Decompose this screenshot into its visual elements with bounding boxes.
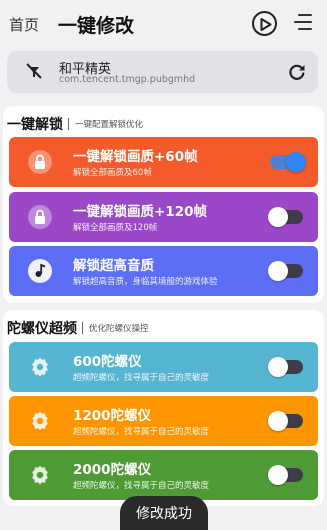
gear-icon: [28, 409, 52, 433]
app-off-icon: [25, 62, 43, 84]
lock-icon: [28, 205, 52, 229]
option-desc: 解锁超高音质，身临其境般的游戏体验: [73, 277, 218, 287]
section-header: 一键解锁 一键配置解锁优化: [7, 114, 143, 134]
option-title: 2000陀螺仪: [73, 462, 152, 478]
option-row-gyro-600[interactable]: 600陀螺仪 超频陀螺仪，找寻属于自己的灵敏度: [9, 342, 318, 392]
option-title: 1200陀螺仪: [73, 408, 152, 424]
option-row-gyro-1200[interactable]: 1200陀螺仪 超频陀螺仪，找寻属于自己的灵敏度: [9, 396, 318, 446]
option-desc: 超频陀螺仪，找寻属于自己的灵敏度: [73, 481, 210, 491]
section-title: 一键解锁: [7, 117, 63, 133]
option-title: 一键解锁画质+60帧: [73, 149, 198, 165]
option-row-unlock-120fps[interactable]: 一键解锁画质+120帧 解锁全部画质及120帧: [9, 192, 318, 242]
gear-icon: [28, 463, 52, 487]
section-divider: [68, 118, 69, 130]
lock-icon: [28, 150, 52, 174]
toggle-switch[interactable]: [268, 261, 303, 281]
toggle-switch[interactable]: [268, 357, 303, 377]
page-title: 一键修改: [58, 15, 135, 37]
section-subtitle: 优化陀螺仪操控: [89, 324, 149, 334]
option-row-hq-audio[interactable]: 解锁超高音质 解锁超高音质，身临其境般的游戏体验: [9, 246, 318, 296]
option-desc: 解锁全部画质及60帧: [73, 168, 152, 178]
section-divider: [82, 322, 83, 334]
music-icon: [28, 259, 52, 283]
toast-message: 修改成功: [120, 496, 208, 530]
header: 首页 一键修改: [0, 0, 327, 48]
option-desc: 解锁全部画质及120帧: [73, 223, 158, 233]
nav-home-link[interactable]: 首页: [9, 14, 39, 35]
play-icon[interactable]: [252, 11, 277, 36]
toggle-switch[interactable]: [268, 207, 303, 227]
section-title: 陀螺仪超频: [7, 321, 77, 337]
option-title: 解锁超高音质: [73, 258, 154, 274]
target-app-bar: 和平精英 com.tencent.tmgp.pubgmhd: [7, 51, 318, 93]
toggle-switch[interactable]: [270, 152, 306, 172]
option-row-gyro-2000[interactable]: 2000陀螺仪 超频陀螺仪，找寻属于自己的灵敏度: [9, 450, 318, 500]
option-row-unlock-60fps[interactable]: 一键解锁画质+60帧 解锁全部画质及60帧: [9, 137, 318, 187]
option-title: 600陀螺仪: [73, 354, 142, 370]
section-header: 陀螺仪超频 优化陀螺仪操控: [7, 318, 149, 338]
unlock-section: 一键解锁 一键配置解锁优化 一键解锁画质+60帧 解锁全部画质及60帧 一键解锁…: [3, 106, 324, 303]
option-desc: 超频陀螺仪，找寻属于自己的灵敏度: [73, 427, 210, 437]
option-desc: 超频陀螺仪，找寻属于自己的灵敏度: [73, 373, 210, 383]
refresh-icon[interactable]: [287, 62, 307, 86]
option-title: 一键解锁画质+120帧: [73, 204, 207, 220]
gear-icon: [28, 355, 52, 379]
app-package: com.tencent.tmgp.pubgmhd: [59, 74, 196, 85]
section-subtitle: 一键配置解锁优化: [75, 120, 144, 130]
toggle-switch[interactable]: [268, 411, 303, 431]
toggle-switch[interactable]: [268, 465, 303, 485]
gyro-section: 陀螺仪超频 优化陀螺仪操控 600陀螺仪 超频陀螺仪，找寻属于自己的灵敏度 12…: [3, 310, 324, 506]
menu-icon[interactable]: [292, 14, 312, 34]
